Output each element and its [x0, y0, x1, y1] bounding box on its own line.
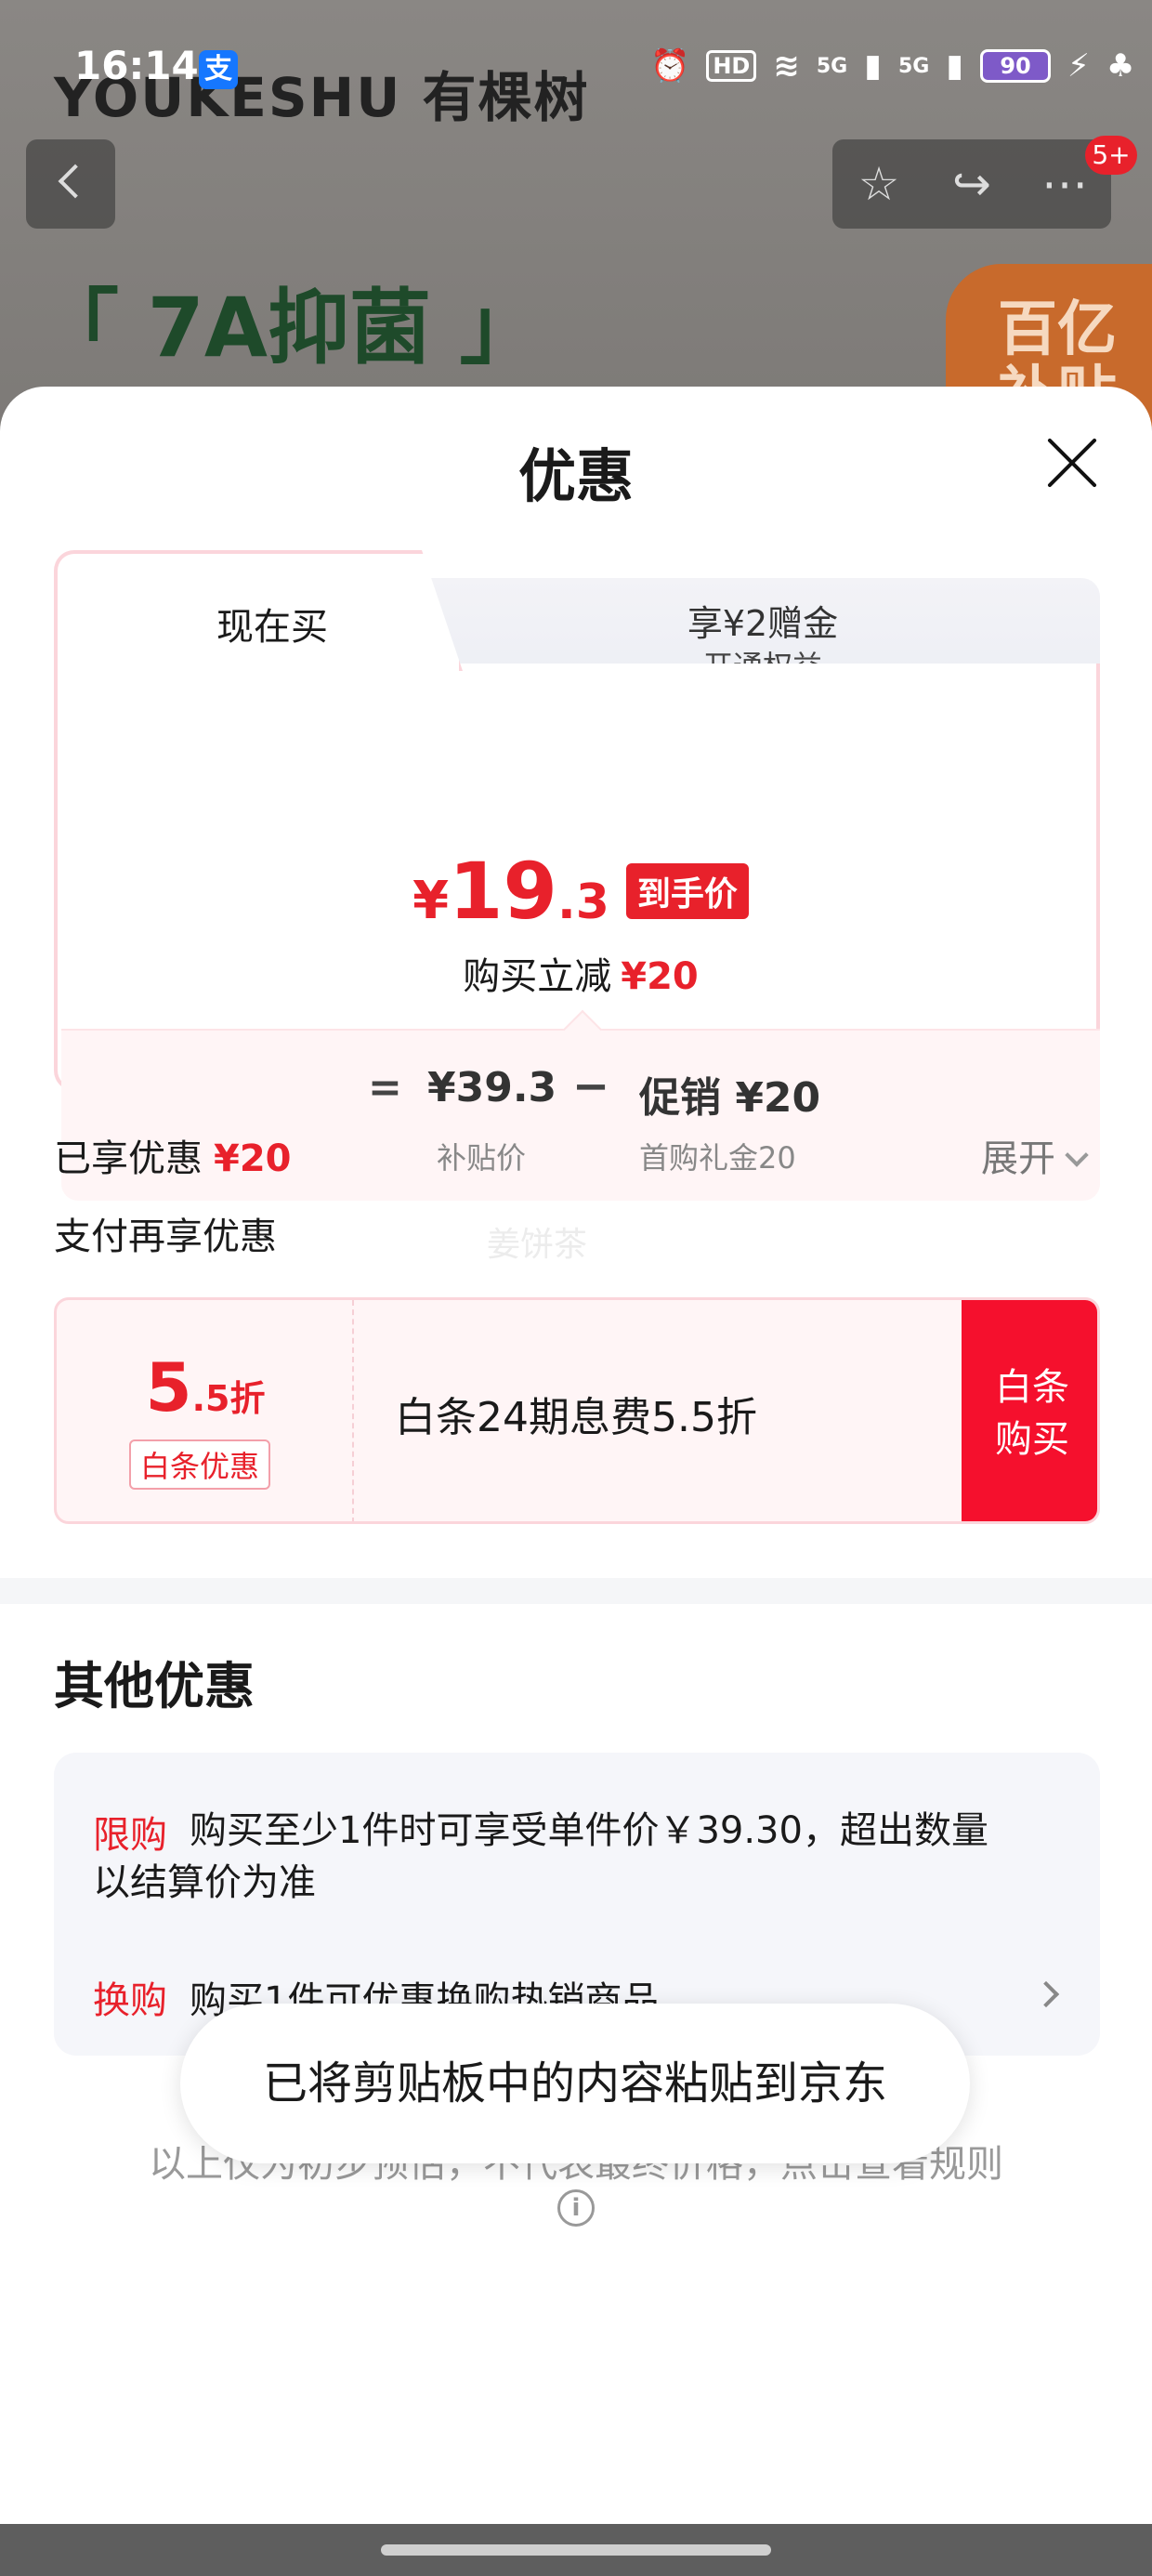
- price-integer: 19: [449, 846, 557, 937]
- baitiao-description: 白条24期息费5.5折: [395, 1394, 757, 1441]
- notification-badge: 5+: [1085, 136, 1137, 175]
- baitiao-offer-card: 5.5折 白条优惠 白条24期息费5.5折 白条 购买: [54, 1297, 1100, 1524]
- calc-equals: =: [368, 1064, 402, 1111]
- final-price: ¥ 19 .3 到手价: [58, 846, 1104, 937]
- subsidy-badge-line1: 百亿: [998, 296, 1117, 364]
- share-icon[interactable]: ↪: [944, 156, 1000, 212]
- status-time: 16:14: [74, 43, 199, 88]
- reduce-row: 购买立减 ¥20: [58, 946, 1104, 1000]
- system-navigation-bar: [0, 2524, 1152, 2576]
- enjoyed-amount: ¥20: [214, 1137, 292, 1180]
- status-bar: 16:14 支 ⏰ HD ≋ 5G ▮ 5G ▮ 90 ⚡ ♣: [0, 0, 1152, 139]
- clipboard-toast: 已将剪贴板中的内容粘贴到京东: [180, 2004, 970, 2163]
- calc-subsidy-price: ¥39.3: [427, 1064, 557, 1111]
- close-icon[interactable]: [1039, 429, 1104, 494]
- baitiao-rate-panel: 5.5折 白条优惠: [57, 1300, 354, 1521]
- calc-promo: 促销 ¥20: [639, 1074, 821, 1122]
- swap-tag: 换购: [93, 1979, 167, 2022]
- product-slogan: 「 7A抑菌 」: [37, 280, 542, 375]
- home-gesture-pill[interactable]: [381, 2544, 771, 2556]
- tab-buy-now-label: 现在买: [216, 606, 328, 649]
- price-card-body: ¥ 19 .3 到手价 购买立减 ¥20 = ¥39.3 − 促销 ¥20 补贴价…: [54, 664, 1100, 1201]
- alarm-icon: ⏰: [650, 47, 690, 85]
- hd-icon: HD: [706, 50, 757, 82]
- info-icon[interactable]: i: [557, 2189, 595, 2227]
- limit-tag: 限购: [93, 1814, 167, 1857]
- favorite-star-icon[interactable]: ☆: [851, 156, 907, 212]
- signal-bars-icon-2: ▮: [946, 47, 964, 85]
- watermark-text: 姜饼茶: [487, 1226, 588, 1264]
- price-currency: ¥: [412, 871, 450, 931]
- baitiao-tag: 白条优惠: [129, 1439, 271, 1490]
- enjoyed-discount: 已享优惠 ¥20: [54, 1128, 292, 1182]
- baitiao-rate: 5.5折: [57, 1348, 354, 1426]
- enjoyed-label: 已享优惠: [54, 1137, 203, 1180]
- other-discounts-title: 其他优惠: [54, 1657, 255, 1715]
- signal-bars-icon-1: ▮: [864, 47, 882, 85]
- price-card: 享¥2赠金 开通权益 ¥ 19 .3 到手价 购买立减¥20 = ¥39.3 −…: [54, 550, 1100, 1201]
- wifi-icon: ≋: [773, 47, 800, 85]
- expand-button[interactable]: 展开: [981, 1128, 1089, 1182]
- baitiao-rate-number: 5: [145, 1348, 192, 1426]
- baitiao-buy-button[interactable]: 白条 购买: [962, 1300, 1097, 1521]
- section-divider: [0, 1578, 1152, 1604]
- status-icons: ⏰ HD ≋ 5G ▮ 5G ▮ 90 ⚡ ♣: [650, 43, 1134, 89]
- limit-text: 购买至少1件时可享受单件价￥39.30，超出数量以结算价为准: [93, 1809, 988, 1904]
- chevron-right-icon[interactable]: [1032, 1980, 1060, 2008]
- reduce-amount: ¥20: [621, 955, 699, 998]
- pay-more-label: 支付再享优惠: [54, 1216, 277, 1258]
- price-decimal: .3: [556, 874, 609, 930]
- baitiao-rate-unit: .5折: [191, 1378, 266, 1419]
- baitiao-buy-line2: 购买: [995, 1418, 1069, 1461]
- calc-minus: −: [572, 1060, 610, 1112]
- reduce-label: 购买立减: [463, 955, 612, 998]
- back-button[interactable]: [26, 139, 115, 229]
- signal-icon-2: 5G: [897, 54, 930, 78]
- baitiao-buy-line1: 白条: [995, 1366, 1069, 1409]
- clover-icon: ♣: [1106, 47, 1135, 85]
- more-icon[interactable]: ⋯: [1037, 156, 1093, 212]
- discount-sheet: 优惠 享¥2赠金 开通权益 ¥ 19 .3 到手价 购买立减¥20 = ¥39.…: [0, 387, 1152, 2524]
- charging-icon: ⚡: [1067, 47, 1090, 85]
- battery-icon: 90: [980, 49, 1052, 83]
- top-action-group: ☆ ↪ ⋯: [832, 139, 1111, 229]
- expand-label: 展开: [981, 1137, 1055, 1180]
- final-price-tag: 到手价: [625, 863, 749, 919]
- calc-promo-label: 首购礼金20: [639, 1140, 796, 1176]
- calc-pointer: [562, 1009, 603, 1050]
- alipay-icon: 支: [199, 50, 238, 89]
- chevron-down-icon: [1065, 1143, 1089, 1167]
- sheet-title: 优惠: [517, 442, 634, 510]
- calc-subsidy-label: 补贴价: [437, 1140, 527, 1176]
- tab-benefit-label: 享¥2赠金: [687, 603, 839, 644]
- signal-icon-1: 5G: [816, 54, 848, 78]
